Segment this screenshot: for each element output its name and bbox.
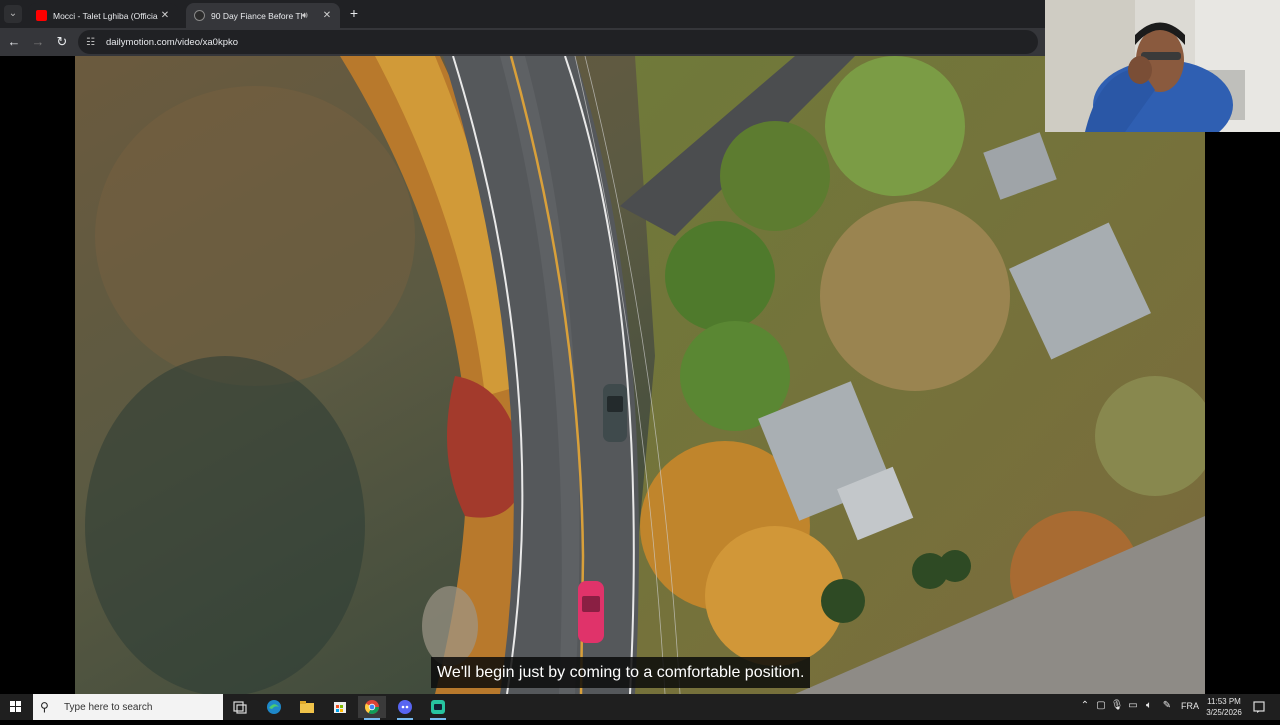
dailymotion-icon: [194, 10, 205, 21]
forward-arrow-icon[interactable]: →: [28, 32, 48, 52]
pen-icon[interactable]: ✎: [1160, 700, 1174, 711]
tab-label: 90 Day Fiance Before The 9: [211, 10, 302, 21]
tab-label: Mocci - Talet Lghiba (Official Ly: [53, 10, 158, 21]
discord-icon[interactable]: [391, 696, 419, 720]
search-icon: ⚲: [40, 700, 49, 714]
battery-icon[interactable]: ▭: [1126, 700, 1140, 711]
edge-icon[interactable]: [260, 696, 288, 718]
taskbar-search[interactable]: ⚲ Type here to search: [33, 694, 223, 720]
site-info-icon[interactable]: ☷: [86, 37, 100, 48]
volume-icon[interactable]: 🔈︎: [1142, 700, 1156, 711]
notification-icon[interactable]: [1252, 700, 1266, 714]
video-player[interactable]: [0, 56, 1280, 694]
webcam-person: [1045, 0, 1280, 132]
video-subtitle: We'll begin just by coming to a comforta…: [431, 657, 811, 688]
store-icon[interactable]: [326, 696, 354, 718]
reload-icon[interactable]: ↻: [52, 32, 72, 52]
aerial-video-frame[interactable]: [75, 56, 1205, 694]
chevron-down-icon[interactable]: ⌄: [4, 5, 22, 23]
clock-date: 3/25/2026: [1206, 708, 1242, 717]
browser-toolbar: ← → ↻ ☷ dailymotion.com/video/xa0kpko: [0, 28, 1045, 56]
webcam-overlay: [1045, 0, 1280, 132]
address-bar[interactable]: ☷ dailymotion.com/video/xa0kpko: [78, 30, 1038, 54]
network-icon[interactable]: ▢: [1094, 700, 1108, 711]
tab-mocci[interactable]: Mocci - Talet Lghiba (Official Ly ✕: [28, 3, 178, 28]
clock[interactable]: 11:53 PM 3/25/2026: [1200, 696, 1248, 718]
close-icon[interactable]: ✕: [158, 10, 172, 21]
youtube-icon: [36, 10, 47, 21]
file-explorer-icon[interactable]: [293, 696, 321, 718]
clock-time: 11:53 PM: [1207, 697, 1241, 706]
task-view-icon[interactable]: [226, 696, 254, 718]
chevron-up-icon[interactable]: ⌃: [1078, 700, 1092, 711]
app-icon[interactable]: [424, 696, 452, 720]
close-icon[interactable]: ✕: [320, 10, 334, 21]
language-indicator[interactable]: FRA: [1181, 701, 1199, 711]
microphone-icon[interactable]: 🎙︎: [1110, 700, 1124, 711]
url-text: dailymotion.com/video/xa0kpko: [106, 36, 239, 48]
aerial-road-scene: [75, 56, 1205, 694]
windows-start-icon[interactable]: [0, 694, 32, 720]
new-tab-button[interactable]: +: [346, 4, 362, 22]
search-placeholder: Type here to search: [64, 701, 153, 713]
tab-90-day-fiance[interactable]: 90 Day Fiance Before The 9 🔊︎ ✕: [186, 3, 340, 28]
chrome-icon[interactable]: [358, 696, 386, 720]
speaker-icon[interactable]: 🔊︎: [302, 10, 314, 21]
taskbar: ⚲ Type here to search ⌃ ▢ 🎙︎ ▭ 🔈︎ ✎ FRA …: [0, 694, 1280, 720]
back-arrow-icon[interactable]: ←: [4, 32, 24, 52]
